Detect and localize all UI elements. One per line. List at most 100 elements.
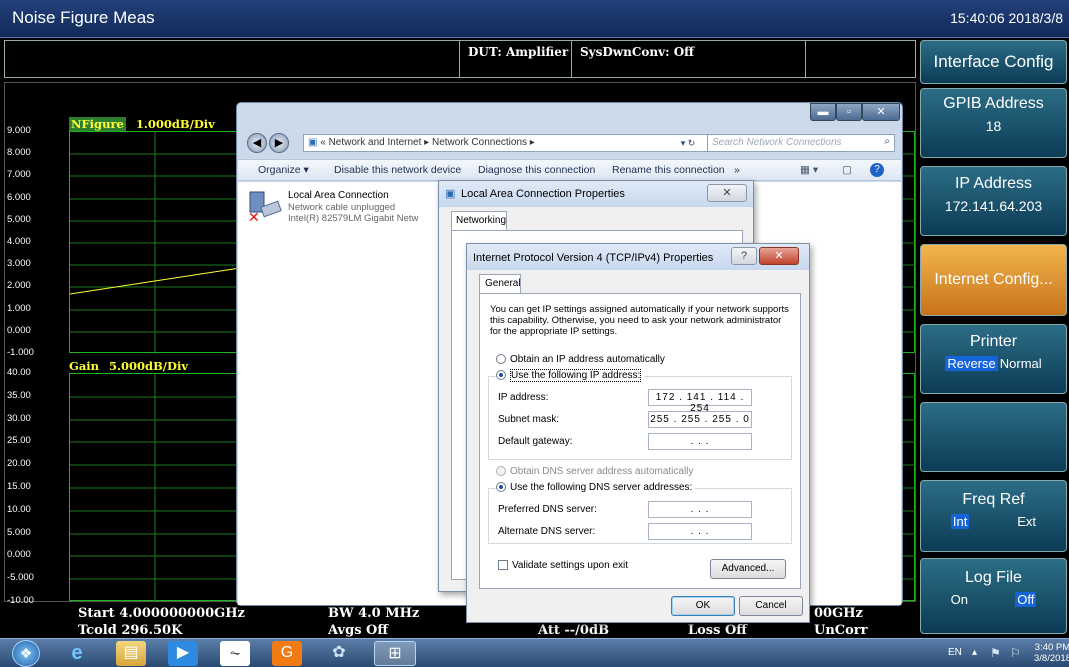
- loss: Loss Off: [688, 623, 747, 638]
- maximize-button[interactable]: ▫: [836, 103, 862, 121]
- ipv4-properties-dialog: Internet Protocol Version 4 (TCP/IPv4) P…: [466, 243, 810, 623]
- y-tick-label: -5.000: [7, 572, 34, 583]
- alternate-dns-label: Alternate DNS server:: [498, 526, 596, 537]
- organize-menu[interactable]: Organize ▾: [258, 164, 309, 176]
- freq-ref-ext: Ext: [1017, 514, 1037, 529]
- y-tick-label: 3.000: [7, 258, 31, 269]
- preferred-dns-field[interactable]: . . .: [648, 501, 752, 518]
- refresh-icon[interactable]: ▾ ↻: [671, 134, 705, 152]
- diagnose-command[interactable]: Diagnose this connection: [478, 164, 595, 176]
- tab-general[interactable]: General: [479, 274, 521, 294]
- search-icon: ⌕: [884, 136, 890, 147]
- taskbar: ❖ e ▤ ▶ ⏦ G ✿ ⊞ EN ▴ ⚑ ⚐ 3:40 PM 3/8/201…: [0, 638, 1069, 667]
- rename-command[interactable]: Rename this connection: [612, 164, 725, 176]
- y-tick-label: 2.000: [7, 280, 31, 291]
- advanced-button[interactable]: Advanced...: [710, 559, 786, 579]
- signal-app-icon[interactable]: ⏦: [220, 641, 250, 666]
- empty-softkey[interactable]: [920, 402, 1067, 472]
- tray-arrow-icon[interactable]: ▴: [972, 647, 977, 658]
- connection-status: Network cable unplugged: [288, 202, 396, 213]
- start-button[interactable]: ❖: [12, 640, 40, 667]
- stop-freq-partial: 00GHz: [814, 606, 863, 621]
- tab-networking[interactable]: Networking: [451, 211, 507, 231]
- preferred-dns-label: Preferred DNS server:: [498, 504, 597, 515]
- network-tray-icon[interactable]: ⚑: [990, 646, 1001, 660]
- disable-device-command[interactable]: Disable this network device: [334, 164, 461, 176]
- view-options-icon[interactable]: ▦ ▾: [800, 164, 818, 176]
- search-placeholder: Search Network Connections: [712, 137, 842, 148]
- network-adapter-icon: ✕: [246, 190, 282, 226]
- validate-option[interactable]: Validate settings upon exit: [498, 560, 628, 571]
- explorer-icon[interactable]: ▤: [116, 641, 146, 666]
- auto-ip-radio[interactable]: [496, 354, 506, 365]
- app-title: Noise Figure Meas: [12, 8, 155, 27]
- instrument-screen: Noise Figure Meas 15:40:06 2018/3/8 DUT:…: [0, 0, 1069, 667]
- back-button[interactable]: ◀: [247, 133, 267, 153]
- gain-trace-name: Gain: [69, 359, 100, 373]
- y-tick-label: 0.000: [7, 549, 31, 560]
- ip-address-field[interactable]: 172 . 141 . 114 . 254: [648, 389, 752, 414]
- ipv4-close-button[interactable]: ✕: [759, 247, 799, 265]
- printer-button[interactable]: Printer Reverse Normal: [920, 324, 1067, 394]
- manual-ip-option[interactable]: Use the following IP address:: [496, 369, 645, 382]
- gpib-address-button[interactable]: GPIB Address 18: [920, 88, 1067, 158]
- network-connections-task[interactable]: ⊞: [374, 641, 416, 666]
- svg-text:✕: ✕: [248, 210, 260, 224]
- y-tick-label: -1.000: [7, 347, 34, 358]
- softkey-header-label: Interface Config: [933, 52, 1054, 71]
- y-tick-label: 40.00: [7, 367, 31, 378]
- alternate-dns-field[interactable]: . . .: [648, 523, 752, 540]
- ie-icon[interactable]: e: [62, 641, 92, 666]
- dut-cell: DUT: Amplifier: [459, 41, 571, 77]
- sysdwnconv-label: SysDwnConv: Off: [580, 45, 695, 59]
- general-tab-panel: You can get IP settings assigned automat…: [479, 293, 801, 589]
- y-tick-label: 7.000: [7, 169, 31, 180]
- y-tick-label: 4.000: [7, 236, 31, 247]
- more-commands[interactable]: »: [734, 164, 740, 176]
- default-gateway-field[interactable]: . . .: [648, 433, 752, 450]
- subnet-mask-field[interactable]: 255 . 255 . 255 . 0: [648, 411, 752, 428]
- minimize-button[interactable]: ▬: [810, 103, 836, 121]
- internet-config-button[interactable]: Internet Config...: [920, 244, 1067, 316]
- y-tick-label: 9.000: [7, 125, 31, 136]
- log-file-on: On: [950, 592, 968, 607]
- tools-icon[interactable]: ✿: [324, 641, 354, 666]
- ok-button[interactable]: OK: [671, 596, 735, 616]
- gain-scale: 5.000dB/Div: [109, 359, 189, 373]
- freq-ref-button[interactable]: Freq Ref Int Ext: [920, 480, 1067, 552]
- ip-address-button[interactable]: IP Address 172.141.64.203: [920, 166, 1067, 236]
- lac-title-bar: ▣ Local Area Connection Properties ✕: [439, 181, 753, 207]
- auto-dns-radio[interactable]: [496, 466, 506, 477]
- validate-checkbox[interactable]: [498, 560, 508, 571]
- forward-button[interactable]: ▶: [269, 133, 289, 153]
- auto-ip-option[interactable]: Obtain an IP address automatically: [496, 354, 665, 365]
- ipv4-title-bar: Internet Protocol Version 4 (TCP/IPv4) P…: [467, 244, 809, 270]
- cancel-button[interactable]: Cancel: [739, 596, 803, 616]
- flag-tray-icon[interactable]: ⚐: [1010, 646, 1021, 660]
- manual-dns-radio[interactable]: [496, 482, 506, 493]
- media-player-icon[interactable]: ▶: [168, 641, 198, 666]
- connection-item[interactable]: ✕ Local Area Connection Network cable un…: [246, 188, 446, 234]
- close-button[interactable]: ✕: [862, 103, 900, 121]
- tcold: Tcold 296.50K: [78, 623, 183, 638]
- preview-pane-icon[interactable]: ▢: [842, 164, 852, 176]
- y-tick-label: 20.00: [7, 458, 31, 469]
- manual-ip-radio[interactable]: [496, 370, 506, 381]
- y-tick-label: 6.000: [7, 192, 31, 203]
- breadcrumb-text: « Network and Internet ▸ Network Connect…: [320, 137, 535, 148]
- help-button[interactable]: ?: [731, 247, 757, 265]
- manual-dns-option[interactable]: Use the following DNS server addresses:: [496, 482, 696, 493]
- y-tick-label: 8.000: [7, 147, 31, 158]
- log-file-button[interactable]: Log File On Off: [920, 558, 1067, 634]
- info-bar: DUT: Amplifier SysDwnConv: Off: [4, 40, 916, 78]
- ip-address-label: IP address:: [498, 392, 549, 403]
- search-input[interactable]: Search Network Connections ⌕: [707, 134, 895, 152]
- lac-close-button[interactable]: ✕: [707, 184, 747, 202]
- app-g-icon[interactable]: G: [272, 641, 302, 666]
- nfigure-scale: 1.000dB/Div: [135, 117, 215, 131]
- language-indicator[interactable]: EN: [948, 647, 962, 658]
- help-icon[interactable]: ?: [870, 163, 884, 177]
- tray-clock[interactable]: 3:40 PM 3/8/2018: [1034, 642, 1069, 664]
- auto-dns-option[interactable]: Obtain DNS server address automatically: [496, 466, 693, 477]
- breadcrumb[interactable]: ▣ « Network and Internet ▸ Network Conne…: [303, 134, 723, 152]
